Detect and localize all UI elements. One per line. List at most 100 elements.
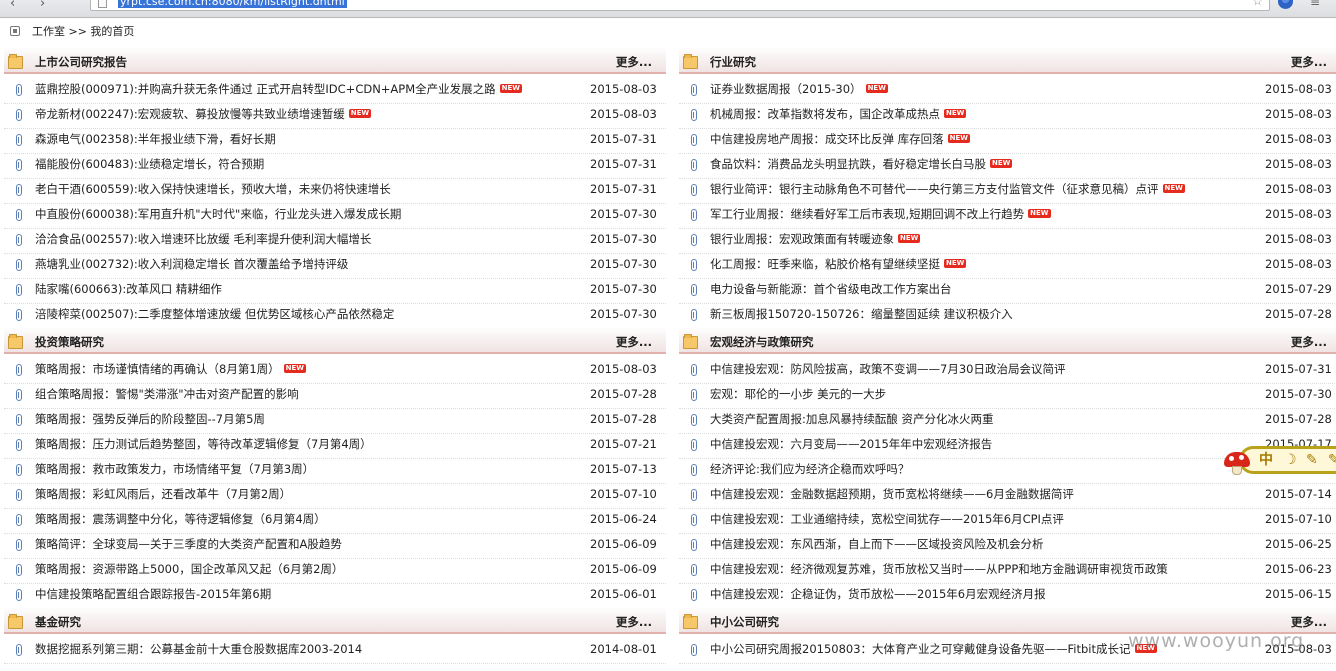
report-title-text[interactable]: 新三板周报150720-150726：缩量整固延续 建议积极介入 [710,307,1013,321]
report-title-text[interactable]: 中直股份(600038):军用直升机"大时代"来临，行业龙头进入爆发成长期 [35,207,401,221]
report-title-link[interactable]: 策略周报：市场谨慎情绪的再确认（8月第1周） NEW [35,362,307,377]
report-title-link[interactable]: 食品饮料：消费品龙头明显抗跌，看好稳定增长白马股 NEW [710,157,1013,172]
report-title-link[interactable]: 军工行业周报：继续看好军工后市表现,短期回调不改上行趋势 NEW [710,207,1051,222]
report-title-text[interactable]: 数据挖掘系列第三期：公募基金前十大重仓股数据库2003-2014 [35,642,362,656]
report-title-text[interactable]: 军工行业周报：继续看好军工后市表现,短期回调不改上行趋势 [710,207,1024,221]
report-title-text[interactable]: 中信建投宏观：经济微观复苏难，货币放松又当时——从PPP和地方金融调研审视货币政… [710,562,1168,576]
report-title-text[interactable]: 燕塘乳业(002732):收入利润稳定增长 首次覆盖给予增持评级 [35,257,348,271]
report-title-link[interactable]: 蓝鼎控股(000971):并购高升获无条件通过 正式开启转型IDC+CDN+AP… [35,82,523,97]
more-link[interactable]: 更多... [1291,54,1327,70]
report-title-link[interactable]: 中信建投宏观：六月变局——2015年年中宏观经济报告 [710,437,992,452]
wrench-icon[interactable]: ✎ [1306,451,1318,469]
report-title-link[interactable]: 电力设备与新能源：首个省级电改工作方案出台 [710,282,952,297]
report-title-link[interactable]: 策略简评：全球变局—关于三季度的大类资产配置和A股趋势 [35,537,342,552]
more-link[interactable]: 更多... [616,614,652,630]
report-title-link[interactable]: 大类资产配置周报:加息风暴持续酝酿 资产分化冰火两重 [710,412,994,427]
report-title-text[interactable]: 中信建投宏观：金融数据超预期，货币宽松将继续——6月金融数据简评 [710,487,1074,501]
moon-icon[interactable]: ☽ [1284,451,1297,469]
report-title-link[interactable]: 银行业周报：宏观政策面有转暖迹象 NEW [710,232,921,247]
report-title-link[interactable]: 中信建投宏观：工业通缩持续，宽松空间犹存——2015年6月CPI点评 [710,512,1064,527]
report-title-link[interactable]: 中信建投宏观：防风险拔高，政策不变调——7月30日政治局会议简评 [710,362,1065,377]
url-text[interactable]: yrpt.cse.com.cn:8080/km/listRight.dhtml [118,0,347,8]
report-title-text[interactable]: 中小公司研究周报20150803：大体育产业之可穿戴健身设备先驱——Fitbit… [710,642,1131,656]
report-title-link[interactable]: 老白干酒(600559):收入保持快速增长，预收大增，未来仍将快速增长 [35,182,391,197]
report-title-text[interactable]: 策略周报：震荡调整中分化，等待逻辑修复（6月第4周） [35,512,326,526]
report-title-text[interactable]: 陆家嘴(600663):改革风口 精耕细作 [35,282,222,296]
report-title-link[interactable]: 策略周报：强势反弹后的阶段整固--7月第5周 [35,412,265,427]
report-title-link[interactable]: 策略周报：压力测试后趋势整固，等待改革逻辑修复（7月第4周） [35,437,372,452]
report-title-text[interactable]: 银行业简评：银行主动脉角色不可替代——央行第三方支付监管文件（征求意见稿）点评 [710,182,1159,196]
report-title-link[interactable]: 银行业简评：银行主动脉角色不可替代——央行第三方支付监管文件（征求意见稿）点评 N… [710,182,1185,197]
report-title-text[interactable]: 大类资产配置周报:加息风暴持续酝酿 资产分化冰火两重 [710,412,994,426]
report-title-text[interactable]: 中信建投房地产周报：成交环比反弹 库存回落 [710,132,944,146]
report-title-text[interactable]: 证券业数据周报（2015-30） [710,82,862,96]
report-title-link[interactable]: 证券业数据周报（2015-30） NEW [710,82,888,97]
report-title-link[interactable]: 数据挖掘系列第三期：公募基金前十大重仓股数据库2003-2014 [35,642,362,657]
report-title-link[interactable]: 中信建投宏观：企稳证伪，货币放松——2015年6月宏观经济月报 [710,587,1046,602]
more-link[interactable]: 更多... [1291,614,1327,630]
report-title-text[interactable]: 中信建投宏观：企稳证伪，货币放松——2015年6月宏观经济月报 [710,587,1046,601]
report-title-text[interactable]: 中信建投宏观：工业通缩持续，宽松空间犹存——2015年6月CPI点评 [710,512,1064,526]
report-title-link[interactable]: 新三板周报150720-150726：缩量整固延续 建议积极介入 [710,307,1013,322]
report-title-text[interactable]: 森源电气(002358):半年报业绩下滑，看好长期 [35,132,276,146]
browser-logo-icon[interactable] [1278,0,1293,9]
report-title-link[interactable]: 中信建投宏观：经济微观复苏难，货币放松又当时——从PPP和地方金融调研审视货币政… [710,562,1168,577]
report-title-text[interactable]: 食品饮料：消费品龙头明显抗跌，看好稳定增长白马股 [710,157,986,171]
report-title-text[interactable]: 策略简评：全球变局—关于三季度的大类资产配置和A股趋势 [35,537,342,551]
report-title-text[interactable]: 策略周报：强势反弹后的阶段整固--7月第5周 [35,412,265,426]
report-title-link[interactable]: 中信建投宏观：东风西渐，自上而下——区域投资风险及机会分析 [710,537,1044,552]
report-title-link[interactable]: 帝龙新材(002247):宏观疲软、募投放慢等共致业绩增速暂缓 NEW [35,107,372,122]
chevron-left-icon[interactable]: ‹ [10,0,15,11]
report-title-text[interactable]: 蓝鼎控股(000971):并购高升获无条件通过 正式开启转型IDC+CDN+AP… [35,82,496,96]
url-input[interactable]: yrpt.cse.com.cn:8080/km/listRight.dhtml … [90,0,1270,11]
report-title-text[interactable]: 银行业周报：宏观政策面有转暖迹象 [710,232,894,246]
more-link[interactable]: 更多... [1291,334,1327,350]
report-title-text[interactable]: 中信建投宏观：防风险拔高，政策不变调——7月30日政治局会议简评 [710,362,1065,376]
report-title-text[interactable]: 福能股份(600483):业绩稳定增长，符合预期 [35,157,264,171]
report-title-link[interactable]: 陆家嘴(600663):改革风口 精耕细作 [35,282,222,297]
report-title-text[interactable]: 老白干酒(600559):收入保持快速增长，预收大增，未来仍将快速增长 [35,182,391,196]
report-title-link[interactable]: 经济评论:我们应为经济企稳而欢呼吗？ [710,462,909,477]
report-title-text[interactable]: 涪陵榨菜(002507):二季度整体增速放缓 但优势区域核心产品依然稳定 [35,307,394,321]
report-title-link[interactable]: 策略周报：救市政策发力，市场情绪平复（7月第3周） [35,462,314,477]
report-title-text[interactable]: 中信建投策略配置组合跟踪报告-2015年第6期 [35,587,271,601]
report-title-text[interactable]: 组合策略周报：警惕"类滞涨"冲击对资产配置的影响 [35,387,299,401]
report-title-text[interactable]: 中信建投宏观：六月变局——2015年年中宏观经济报告 [710,437,992,451]
report-title-text[interactable]: 策略周报：压力测试后趋势整固，等待改革逻辑修复（7月第4周） [35,437,372,451]
report-title-link[interactable]: 组合策略周报：警惕"类滞涨"冲击对资产配置的影响 [35,387,299,402]
report-title-text[interactable]: 策略周报：彩虹风雨后，还看改革牛（7月第2周） [35,487,291,501]
more-link[interactable]: 更多... [616,334,652,350]
report-title-text[interactable]: 策略周报：资源带路上5000，国企改革风又起（6月第2周） [35,562,343,576]
report-title-link[interactable]: 洽洽食品(002557):收入增速环比放缓 毛利率提升使利润大幅增长 [35,232,371,247]
report-title-link[interactable]: 机械周报：改革指数将发布，国企改革成热点 NEW [710,107,967,122]
report-title-link[interactable]: 中信建投宏观：金融数据超预期，货币宽松将继续——6月金融数据简评 [710,487,1074,502]
report-title-text[interactable]: 帝龙新材(002247):宏观疲软、募投放慢等共致业绩增速暂缓 [35,107,345,121]
report-title-text[interactable]: 中信建投宏观：东风西渐，自上而下——区域投资风险及机会分析 [710,537,1044,551]
report-title-link[interactable]: 中信建投房地产周报：成交环比反弹 库存回落 NEW [710,132,971,147]
report-title-text[interactable]: 洽洽食品(002557):收入增速环比放缓 毛利率提升使利润大幅增长 [35,232,371,246]
report-title-link[interactable]: 涪陵榨菜(002507):二季度整体增速放缓 但优势区域核心产品依然稳定 [35,307,394,322]
report-title-link[interactable]: 策略周报：资源带路上5000，国企改革风又起（6月第2周） [35,562,343,577]
report-title-link[interactable]: 策略周报：震荡调整中分化，等待逻辑修复（6月第4周） [35,512,326,527]
report-title-link[interactable]: 化工周报：旺季来临，粘胶价格有望继续坚挺 NEW [710,257,967,272]
report-title-text[interactable]: 化工周报：旺季来临，粘胶价格有望继续坚挺 [710,257,940,271]
report-title-link[interactable]: 中小公司研究周报20150803：大体育产业之可穿戴健身设备先驱——Fitbit… [710,642,1157,657]
report-title-link[interactable]: 策略周报：彩虹风雨后，还看改革牛（7月第2周） [35,487,291,502]
report-title-text[interactable]: 电力设备与新能源：首个省级电改工作方案出台 [710,282,952,296]
report-title-link[interactable]: 中直股份(600038):军用直升机"大时代"来临，行业龙头进入爆发成长期 [35,207,401,222]
report-title-link[interactable]: 燕塘乳业(002732):收入利润稳定增长 首次覆盖给予增持评级 [35,257,348,272]
tool-icon[interactable]: ✎ [1328,451,1336,469]
report-title-link[interactable]: 宏观：耶伦的一小步 美元的一大步 [710,387,886,402]
report-title-text[interactable]: 经济评论:我们应为经济企稳而欢呼吗？ [710,462,909,476]
more-link[interactable]: 更多... [616,54,652,70]
menu-icon[interactable]: ≡ [1310,0,1320,9]
chinese-input-icon[interactable]: 中 [1259,451,1273,469]
report-title-text[interactable]: 策略周报：救市政策发力，市场情绪平复（7月第3周） [35,462,314,476]
mushroom-icon[interactable] [1224,452,1250,476]
report-title-link[interactable]: 中信建投策略配置组合跟踪报告-2015年第6期 [35,587,271,602]
chevron-right-icon[interactable]: › [40,0,45,11]
report-title-link[interactable]: 福能股份(600483):业绩稳定增长，符合预期 [35,157,264,172]
report-title-link[interactable]: 森源电气(002358):半年报业绩下滑，看好长期 [35,132,276,147]
report-title-text[interactable]: 机械周报：改革指数将发布，国企改革成热点 [710,107,940,121]
star-icon[interactable]: ☆ [1252,0,1263,8]
